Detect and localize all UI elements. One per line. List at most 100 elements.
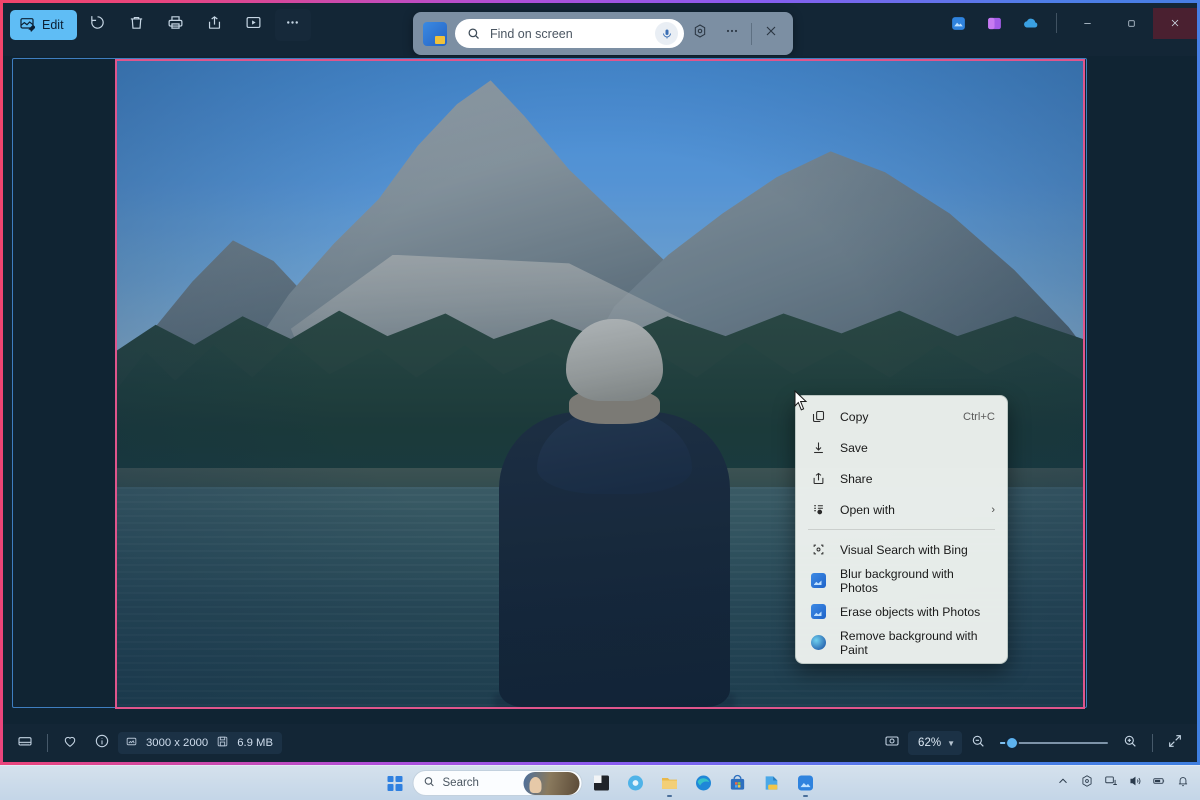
context-menu-label: Visual Search with Bing bbox=[840, 542, 968, 557]
slideshow-button[interactable] bbox=[236, 9, 272, 41]
copilot-taskbar-icon[interactable] bbox=[620, 768, 651, 798]
network-tray-icon[interactable] bbox=[1099, 769, 1122, 797]
context-menu-label: Erase objects with Photos bbox=[840, 604, 981, 619]
filmstrip-icon bbox=[17, 733, 33, 754]
photos-app-icon[interactable] bbox=[940, 6, 976, 40]
taskbar-center-group: Search bbox=[380, 768, 821, 798]
context-menu-label: Remove background with Paint bbox=[840, 628, 978, 657]
fit-to-window-button[interactable] bbox=[876, 728, 908, 758]
delete-button[interactable] bbox=[119, 9, 155, 41]
zoom-out-button[interactable] bbox=[962, 728, 994, 758]
chevron-down-icon: ▼ bbox=[947, 738, 955, 748]
context-menu-label: Share bbox=[840, 471, 873, 486]
volume-tray-icon[interactable] bbox=[1123, 769, 1146, 797]
folder-taskbar-icon[interactable] bbox=[654, 768, 685, 798]
context-menu: Copy Ctrl+C Save Share Open with › Visua… bbox=[795, 395, 1008, 664]
search-icon bbox=[423, 775, 436, 791]
zoom-level-dropdown[interactable]: 62% ▼ bbox=[908, 731, 962, 755]
share-button[interactable] bbox=[197, 9, 233, 41]
window-accent-border: Edit Find on screen Copy Ctrl+C Save Sha… bbox=[0, 0, 1200, 765]
window-controls bbox=[940, 6, 1197, 40]
context-menu-item-visual-search[interactable]: Visual Search with Bing bbox=[800, 534, 1003, 565]
onedrive-icon[interactable] bbox=[1012, 6, 1048, 40]
save-disk-icon bbox=[216, 735, 229, 751]
copy-icon bbox=[809, 408, 827, 426]
fullscreen-button[interactable] bbox=[1159, 728, 1191, 758]
image-canvas-area[interactable]: Copy Ctrl+C Save Share Open with › Visua… bbox=[3, 56, 1197, 724]
windows-taskbar: Search bbox=[0, 765, 1200, 800]
close-button[interactable] bbox=[1153, 7, 1197, 39]
find-close-button[interactable] bbox=[755, 19, 787, 49]
zoom-slider[interactable] bbox=[1000, 735, 1108, 751]
file-explorer-taskbar-icon[interactable] bbox=[586, 768, 617, 798]
network-icon bbox=[1104, 774, 1118, 793]
find-app-icon bbox=[423, 21, 447, 46]
filmstrip-toggle-button[interactable] bbox=[9, 728, 41, 758]
context-menu-label: Blur background with Photos bbox=[840, 566, 954, 595]
more-options-button[interactable] bbox=[274, 9, 311, 41]
maximize-button[interactable] bbox=[1109, 8, 1153, 39]
mouse-cursor bbox=[794, 390, 808, 411]
designer-app-icon[interactable] bbox=[976, 6, 1012, 40]
window-body: Edit Find on screen Copy Ctrl+C Save Sha… bbox=[3, 3, 1197, 762]
zoom-out-icon bbox=[970, 733, 986, 754]
open-with-icon bbox=[809, 501, 827, 519]
context-menu-item-save[interactable]: Save bbox=[800, 432, 1003, 463]
save-icon bbox=[809, 439, 827, 457]
context-menu-item-copy[interactable]: Copy Ctrl+C bbox=[800, 401, 1003, 432]
find-on-screen-input[interactable]: Find on screen bbox=[455, 19, 684, 48]
find-placeholder: Find on screen bbox=[490, 26, 573, 41]
start-button[interactable] bbox=[380, 768, 410, 798]
pdf-taskbar-icon[interactable] bbox=[756, 768, 787, 798]
context-menu-item-share[interactable]: Share bbox=[800, 463, 1003, 494]
chevron-up-icon bbox=[1056, 774, 1070, 793]
fullscreen-icon bbox=[1167, 733, 1183, 754]
rotate-button[interactable] bbox=[80, 9, 116, 41]
copilot-tray-icon[interactable] bbox=[1075, 769, 1098, 797]
battery-icon bbox=[1152, 774, 1166, 793]
context-menu-item-remove-background[interactable]: Remove background with Paint bbox=[800, 627, 1003, 658]
findbar-divider bbox=[751, 22, 752, 45]
context-menu-item-open-with[interactable]: Open with › bbox=[800, 494, 1003, 525]
taskbar-search-placeholder: Search bbox=[442, 777, 479, 789]
show-hidden-icons-button[interactable] bbox=[1051, 769, 1074, 797]
favorite-button[interactable] bbox=[54, 728, 86, 758]
share-icon bbox=[206, 14, 223, 36]
context-menu-accelerator: Ctrl+C bbox=[962, 410, 995, 423]
edge-taskbar-icon[interactable] bbox=[688, 768, 719, 798]
photos-taskbar-icon[interactable] bbox=[790, 768, 821, 798]
find-more-button[interactable] bbox=[716, 19, 748, 49]
photos-app-icon bbox=[809, 603, 827, 621]
info-button[interactable] bbox=[86, 728, 118, 758]
context-menu-label: Save bbox=[840, 440, 868, 455]
minimize-button[interactable] bbox=[1065, 8, 1109, 39]
taskbar-search-box[interactable]: Search bbox=[412, 770, 583, 796]
ellipsis-icon bbox=[724, 23, 740, 44]
notifications-tray-icon[interactable] bbox=[1171, 769, 1194, 797]
status-bar: 3000 x 2000 6.9 MB 62% ▼ bbox=[3, 724, 1197, 762]
windows-logo-icon bbox=[387, 775, 402, 791]
edit-icon bbox=[19, 16, 36, 35]
context-menu-item-blur-background[interactable]: Blur background with Photos bbox=[800, 565, 1003, 596]
app-toolbar: Edit Find on screen bbox=[3, 3, 1197, 56]
search-highlight-thumbnail bbox=[523, 772, 580, 795]
zoom-slider-handle[interactable] bbox=[1007, 738, 1017, 748]
find-on-screen-bar: Find on screen bbox=[413, 12, 793, 55]
rotate-icon bbox=[89, 14, 106, 36]
status-divider bbox=[47, 734, 48, 752]
microphone-icon[interactable] bbox=[655, 22, 678, 45]
bell-icon bbox=[1176, 774, 1190, 793]
store-taskbar-icon[interactable] bbox=[722, 768, 753, 798]
zoom-in-button[interactable] bbox=[1114, 728, 1146, 758]
find-settings-button[interactable] bbox=[684, 19, 716, 49]
info-icon bbox=[94, 733, 110, 754]
battery-tray-icon[interactable] bbox=[1147, 769, 1170, 797]
print-button[interactable] bbox=[158, 9, 194, 41]
fit-to-window-icon bbox=[884, 733, 900, 754]
heart-icon bbox=[62, 733, 78, 754]
photos-app-window: Edit Find on screen Copy Ctrl+C Save Sha… bbox=[0, 0, 1200, 800]
context-menu-item-erase-objects[interactable]: Erase objects with Photos bbox=[800, 596, 1003, 627]
edit-button[interactable]: Edit bbox=[10, 10, 77, 40]
context-menu-label: Copy bbox=[840, 409, 869, 424]
printer-icon bbox=[167, 14, 184, 36]
